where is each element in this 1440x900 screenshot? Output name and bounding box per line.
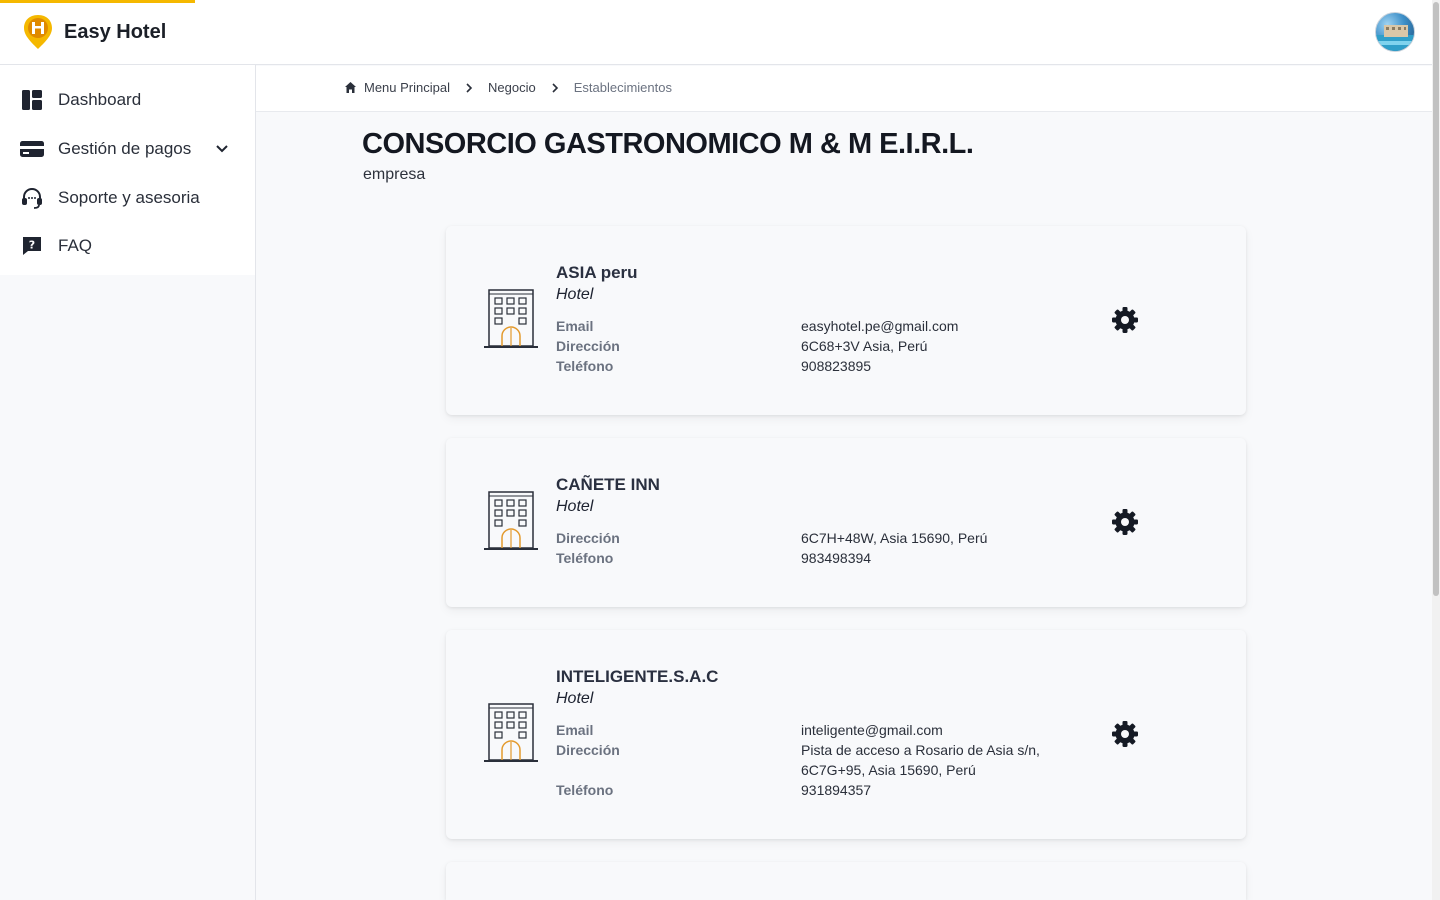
breadcrumb-bar: Menu Principal Negocio Establecimientos [256, 66, 1432, 112]
establishment-name: CAÑETE INN [556, 475, 660, 494]
top-header: Easy Hotel [0, 0, 1440, 65]
sidebar-item-label: Soporte y asesoria [58, 188, 200, 207]
building-icon [484, 703, 538, 762]
breadcrumb: Menu Principal Negocio Establecimientos [344, 80, 672, 95]
sidebar-item-dashboard[interactable]: Dashboard [20, 85, 141, 115]
field-value-direccion: 6C7H+48W, Asia 15690, Perú [801, 530, 988, 546]
field-label-telefono: Teléfono [556, 358, 614, 374]
field-label-direccion: Dirección [556, 742, 620, 758]
page-scrollbar[interactable] [1432, 0, 1440, 900]
chevron-right-icon [552, 82, 558, 93]
sidebar-item-gestion-pagos[interactable]: Gestión de pagos [20, 134, 191, 164]
breadcrumb-item-negocio[interactable]: Negocio [488, 80, 536, 95]
breadcrumb-label: Menu Principal [364, 80, 450, 95]
settings-gear-icon[interactable] [1111, 508, 1139, 536]
dashboard-icon [22, 90, 42, 110]
user-avatar[interactable] [1375, 12, 1415, 52]
chevron-down-icon[interactable] [215, 142, 229, 156]
sidebar-item-soporte[interactable]: Soporte y asesoria [20, 183, 200, 213]
establishment-card: INTELIGENTE.S.A.C Hotel Email inteligent… [446, 630, 1246, 839]
scrollbar-thumb[interactable] [1433, 2, 1439, 596]
establishment-type: Hotel [556, 286, 594, 303]
field-value-telefono: 931894357 [801, 782, 872, 798]
field-label-telefono: Teléfono [556, 550, 614, 566]
card-icon [20, 141, 44, 157]
sidebar-item-faq[interactable]: ? FAQ [20, 231, 92, 261]
field-value-email: easyhotel.pe@gmail.com [801, 318, 959, 334]
faq-icon: ? [23, 237, 41, 255]
breadcrumb-item-menu-principal[interactable]: Menu Principal [344, 80, 450, 95]
header-accent-bar [0, 0, 195, 3]
svg-text:?: ? [29, 239, 35, 252]
field-label-direccion: Dirección [556, 530, 620, 546]
sidebar-item-label: FAQ [58, 236, 93, 255]
building-icon [484, 289, 538, 348]
app-name: Easy Hotel [64, 20, 167, 43]
establishment-card [446, 862, 1246, 900]
field-value-direccion: Pista de acceso a Rosario de Asia s/n, 6… [801, 742, 1040, 778]
home-icon [345, 82, 356, 93]
field-value-email: inteligente@gmail.com [801, 722, 943, 738]
sidebar-item-label: Gestión de pagos [58, 139, 192, 158]
field-label-email: Email [556, 318, 594, 334]
breadcrumb-label: Negocio [488, 80, 536, 95]
establishment-card: ASIA peru Hotel Email easyhotel.pe@gmail… [446, 226, 1246, 415]
page-subtitle: empresa [363, 166, 426, 183]
establishment-name: INTELIGENTE.S.A.C [556, 667, 719, 686]
settings-gear-icon[interactable] [1111, 720, 1139, 748]
field-value-telefono: 908823895 [801, 358, 872, 374]
breadcrumb-label: Establecimientos [573, 80, 672, 95]
sidebar-item-label: Dashboard [58, 90, 142, 109]
avatar-image-icon [1376, 25, 1414, 51]
app-logo[interactable]: Easy Hotel [22, 14, 166, 50]
field-value-direccion: 6C68+3V Asia, Perú [801, 338, 928, 354]
building-icon [484, 491, 538, 550]
field-label-telefono: Teléfono [556, 782, 614, 798]
breadcrumb-item-establecimientos: Establecimientos [574, 80, 672, 95]
establishment-type: Hotel [556, 498, 594, 515]
page-title: CONSORCIO GASTRONOMICO M & M E.I.R.L. [362, 128, 974, 160]
field-value-telefono: 983498394 [801, 550, 872, 566]
establishment-card: CAÑETE INN Hotel Dirección 6C7H+48W, Asi… [446, 438, 1246, 607]
headset-icon [22, 188, 42, 209]
establishment-type: Hotel [556, 690, 594, 707]
logo-pin-icon [24, 15, 52, 49]
establishment-name: ASIA peru [556, 263, 638, 282]
field-label-email: Email [556, 722, 594, 738]
chevron-right-icon [466, 82, 473, 93]
sidebar: Dashboard Gestión de pagos Soporte y ase… [0, 65, 256, 900]
settings-gear-icon[interactable] [1111, 306, 1139, 334]
field-label-direccion: Dirección [556, 338, 620, 354]
